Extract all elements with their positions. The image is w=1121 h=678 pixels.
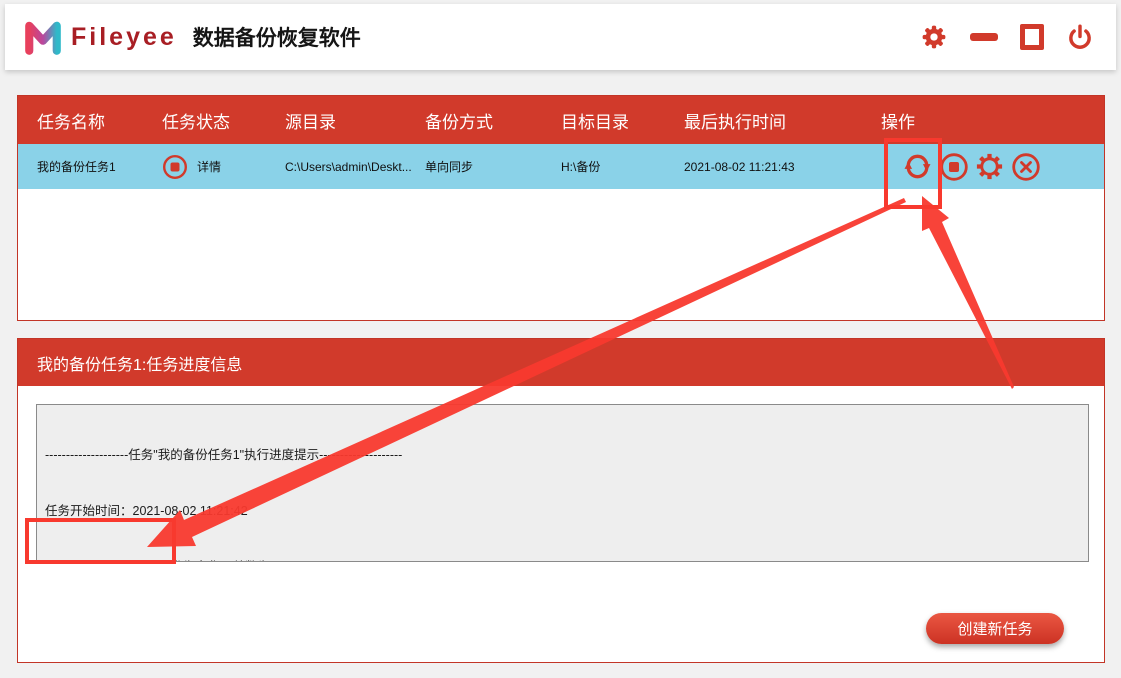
close-circle-icon[interactable]	[1010, 151, 1041, 182]
gear-icon[interactable]	[920, 23, 948, 51]
stop-icon	[162, 154, 188, 179]
minimize-icon[interactable]	[970, 33, 998, 41]
table-row[interactable]: 我的备份任务1 详情 C:\Users\admin\Deskt... 单向同步 …	[18, 144, 1104, 189]
progress-panel-title: 我的备份任务1:任务进度信息	[18, 339, 1104, 386]
window-controls	[920, 4, 1094, 70]
fileyee-logo-icon	[25, 21, 61, 55]
power-icon[interactable]	[1066, 23, 1094, 51]
detail-link[interactable]: 详情	[197, 158, 221, 175]
stop-icon[interactable]	[938, 151, 969, 182]
maximize-icon[interactable]	[1020, 24, 1044, 50]
col-header-task-status: 任务状态	[162, 112, 230, 132]
task-name-cell: 我的备份任务1	[37, 160, 116, 174]
log-line: 目录变化信息：源目录发生变化项总数为3	[45, 558, 1080, 561]
task-status-cell: 详情	[162, 154, 285, 180]
backup-method-cell: 单向同步	[425, 160, 474, 174]
progress-panel: 我的备份任务1:任务进度信息 --------------------任务"我的…	[17, 338, 1105, 663]
log-line: --------------------任务"我的备份任务1"执行进度提示---…	[45, 448, 403, 463]
col-header-target-dir: 目标目录	[561, 112, 629, 132]
target-dir-cell: H:\备份	[561, 160, 601, 174]
col-header-task-name: 任务名称	[37, 112, 105, 132]
col-header-last-run-time: 最后执行时间	[684, 112, 786, 132]
task-table-panel: 任务名称 任务状态 源目录 备份方式 目标目录 最后执行时间 操作 我的备份任务…	[17, 95, 1105, 321]
source-dir-cell: C:\Users\admin\Deskt...	[285, 159, 412, 174]
brand-name: Fileyee	[71, 22, 177, 51]
col-header-backup-method: 备份方式	[425, 112, 493, 132]
log-line: 任务开始时间：2021-08-02 11:21:42	[45, 503, 248, 518]
app-title: 数据备份恢复软件	[192, 27, 361, 50]
progress-log: --------------------任务"我的备份任务1"执行进度提示---…	[36, 404, 1089, 562]
col-header-operations: 操作	[881, 112, 915, 132]
create-new-task-button[interactable]: 创建新任务	[926, 613, 1064, 644]
table-header-row: 任务名称 任务状态 源目录 备份方式 目标目录 最后执行时间 操作	[18, 96, 1104, 144]
last-run-time-cell: 2021-08-02 11:21:43	[684, 159, 795, 174]
title-bar: Fileyee 数据备份恢复软件	[5, 4, 1116, 70]
gear-icon[interactable]	[974, 151, 1005, 182]
sync-icon[interactable]	[902, 151, 933, 182]
col-header-source-dir: 源目录	[285, 112, 336, 132]
operations-cell	[881, 151, 1104, 182]
